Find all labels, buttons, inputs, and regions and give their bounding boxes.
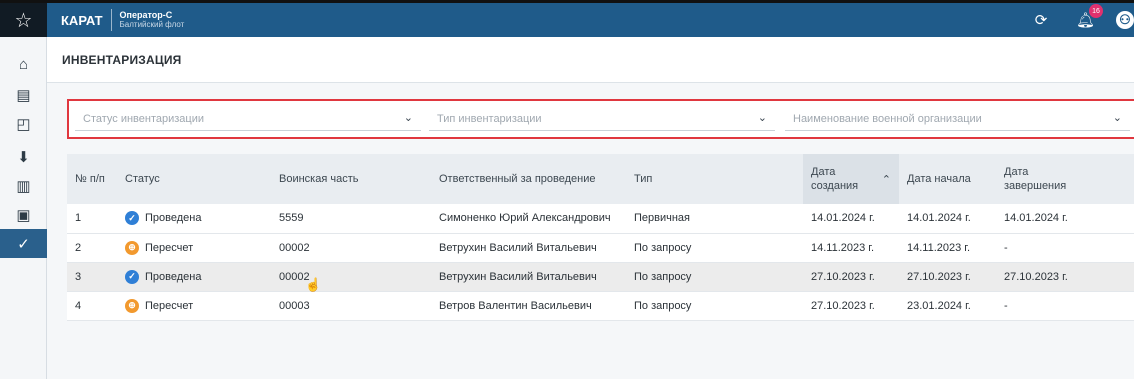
organization-filter[interactable]: Наименование военной организации ⌄: [785, 107, 1130, 131]
cell-created-date: 27.10.2023 г.: [803, 291, 899, 321]
recount-icon: ⊕: [125, 298, 139, 313]
cell-start-date: 23.01.2024 г.: [899, 291, 996, 321]
cell-type: По запросу: [626, 233, 803, 263]
column-unit[interactable]: Воинская часть: [271, 154, 431, 204]
table-row[interactable]: 3 ✓ Проведена 00002 Ветрухин Василий Виталье…: [67, 262, 1134, 292]
cell-number: 4: [67, 291, 117, 321]
top-bar: ☆ КАРАТ Оператор-С Балтийский флот ⟳ 🔔︎ 1…: [0, 0, 1134, 37]
operator-label: Оператор-С: [119, 10, 173, 20]
table-header-row: № п/п Статус Воинская часть Ответственны…: [67, 154, 1134, 204]
status-label: Пересчет: [145, 241, 194, 254]
cell-status: ⊕ Пересчет: [117, 233, 271, 263]
cell-type: По запросу: [626, 291, 803, 321]
column-created-label: Дата создания: [811, 166, 859, 192]
check-circle-icon: ✓: [125, 211, 139, 226]
cell-end-date: -: [996, 291, 1134, 321]
cell-unit: 00003: [271, 291, 431, 321]
status-badge: ⊕ Пересчет: [125, 240, 263, 255]
document-icon[interactable]: ▤: [0, 80, 47, 109]
sidebar: ⌂ ▤ ◰ ⬇ ▥ ▣ ✓: [0, 37, 47, 379]
status-badge: ✓ Проведена: [125, 269, 263, 284]
status-filter[interactable]: Статус инвентаризации ⌄: [75, 107, 421, 131]
status-badge: ⊕ Пересчет: [125, 298, 263, 313]
chevron-down-icon[interactable]: ⌄: [404, 111, 413, 124]
column-type[interactable]: Тип: [626, 154, 803, 204]
cell-status: ✓ Проведена: [117, 204, 271, 234]
cell-number: 2: [67, 233, 117, 263]
clipboard-check-icon[interactable]: ✓: [0, 229, 47, 258]
pointer-cursor-icon: ☝: [305, 277, 322, 292]
check-circle-icon: ✓: [125, 269, 139, 284]
fleet-label: Балтийский флот: [119, 20, 185, 29]
cell-unit: 5559: [271, 204, 431, 234]
cell-end-date: 27.10.2023 г.: [996, 262, 1134, 292]
column-created-date[interactable]: Дата создания ⌃: [803, 154, 899, 204]
user-icon[interactable]: ⚇: [1116, 11, 1134, 29]
main-content: ИНВЕНТАРИЗАЦИЯ Статус инвентаризации ⌄ Т…: [47, 37, 1134, 379]
brand-name: КАРАТ: [61, 12, 103, 28]
cell-end-date: -: [996, 233, 1134, 263]
column-end-date[interactable]: Дата завершения: [996, 154, 1134, 204]
cell-type: По запросу: [626, 262, 803, 292]
type-filter-placeholder: Тип инвентаризации: [437, 112, 542, 125]
column-number[interactable]: № п/п: [67, 154, 117, 204]
cell-end-date: 14.01.2024 г.: [996, 204, 1134, 234]
organization-info: Оператор-С Балтийский флот: [120, 10, 185, 30]
map-icon[interactable]: ▥: [0, 171, 47, 200]
chevron-down-icon[interactable]: ⌄: [758, 111, 767, 124]
star-icon[interactable]: ☆: [0, 3, 47, 37]
bookmark-icon[interactable]: ◰: [0, 109, 47, 138]
cell-responsible: Симоненко Юрий Александрович: [431, 204, 626, 234]
cell-created-date: 27.10.2023 г.: [803, 262, 899, 292]
page-title: ИНВЕНТАРИЗАЦИЯ: [47, 37, 1134, 83]
status-label: Проведена: [145, 212, 202, 225]
column-responsible[interactable]: Ответственный за проведение: [431, 154, 626, 204]
notification-badge: 16: [1089, 4, 1103, 18]
download-icon[interactable]: ⬇: [0, 142, 47, 171]
cell-responsible: Ветрухин Василий Витальевич: [431, 262, 626, 292]
cell-responsible: Ветрухин Василий Витальевич: [431, 233, 626, 263]
type-filter[interactable]: Тип инвентаризации ⌄: [429, 107, 775, 131]
table-row[interactable]: 1 ✓ Проведена 5559 Симоненко Юрий Александро…: [67, 204, 1134, 234]
table-row[interactable]: 4 ⊕ Пересчет 00003 Ветров Валентин Васильеви…: [67, 291, 1134, 321]
sort-ascending-icon[interactable]: ⌃: [882, 173, 891, 186]
recount-icon: ⊕: [125, 240, 139, 255]
column-status[interactable]: Статус: [117, 154, 271, 204]
home-icon[interactable]: ⌂: [0, 50, 47, 79]
cell-status: ⊕ Пересчет: [117, 291, 271, 321]
inventory-table: № п/п Статус Воинская часть Ответственны…: [67, 154, 1134, 321]
column-end-label: Дата завершения: [1004, 166, 1067, 192]
bell-icon[interactable]: 🔔︎ 16: [1076, 4, 1103, 29]
cell-created-date: 14.01.2024 г.: [803, 204, 899, 234]
cell-created-date: 14.11.2023 г.: [803, 233, 899, 263]
chevron-down-icon[interactable]: ⌄: [1113, 111, 1122, 124]
status-label: Проведена: [145, 270, 202, 283]
cell-start-date: 14.01.2024 г.: [899, 204, 996, 234]
status-filter-placeholder: Статус инвентаризации: [83, 112, 205, 125]
cell-unit: 00002: [271, 262, 431, 292]
table-row[interactable]: 2 ⊕ Пересчет 00002 Ветрухин Василий Витальев…: [67, 233, 1134, 263]
cell-status: ✓ Проведена: [117, 262, 271, 292]
cell-start-date: 27.10.2023 г.: [899, 262, 996, 292]
top-actions: ⟳ 🔔︎ 16 ⚇: [1010, 3, 1134, 37]
status-badge: ✓ Проведена: [125, 211, 263, 226]
calendar-settings-icon[interactable]: ▣: [0, 200, 47, 229]
cell-responsible: Ветров Валентин Васильевич: [431, 291, 626, 321]
status-label: Пересчет: [145, 299, 194, 312]
filter-panel: Статус инвентаризации ⌄ Тип инвентаризац…: [67, 99, 1134, 139]
organization-filter-placeholder: Наименование военной организации: [793, 112, 982, 125]
cell-number: 1: [67, 204, 117, 234]
refresh-icon[interactable]: ⟳: [1032, 11, 1050, 29]
cell-start-date: 14.11.2023 г.: [899, 233, 996, 263]
cell-number: 3: [67, 262, 117, 292]
brand-divider: [110, 9, 112, 31]
cell-unit: 00002: [271, 233, 431, 263]
column-start-date[interactable]: Дата начала: [899, 154, 996, 204]
cell-type: Первичная: [626, 204, 803, 234]
